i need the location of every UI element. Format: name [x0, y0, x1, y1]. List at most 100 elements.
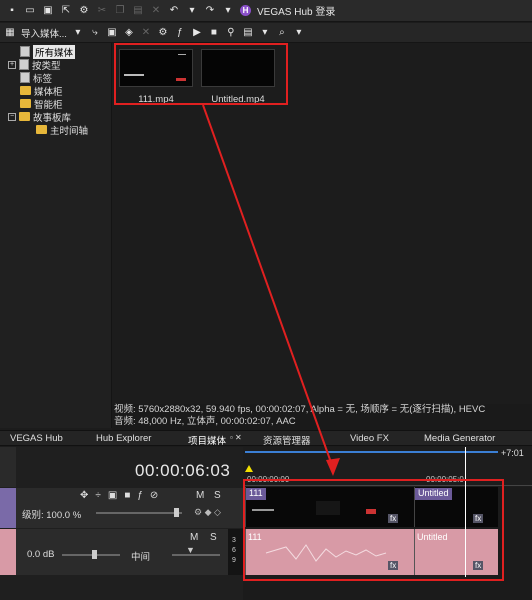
folder-icon	[19, 112, 30, 121]
track-headers: 00:00:06:03 ✥÷▣■ƒ⊘ M S 级别: 100.0 % ⚙ ◆ ◇…	[0, 447, 243, 600]
export-icon[interactable]: ⇱	[60, 5, 72, 17]
meter-tick: 6	[232, 547, 236, 554]
media-folder-icon	[20, 46, 30, 57]
tree-item-media-bins[interactable]: 媒体柜	[20, 84, 63, 98]
pan-slider-thumb[interactable]: ▼	[186, 545, 195, 555]
media-folder-icon	[19, 59, 29, 70]
media-folder-icon	[20, 72, 30, 83]
timeline-area: +7:01 00:00:00:00 00:00:05:0 111 fx Unti…	[243, 447, 532, 600]
settings-icon[interactable]: ⚙	[78, 5, 90, 17]
undo-dropdown-icon[interactable]: ▾	[186, 5, 198, 17]
mute-button[interactable]: M	[190, 532, 198, 543]
tree-item-label: 媒体柜	[34, 86, 63, 98]
expand-icon[interactable]: +	[8, 60, 16, 69]
audio-meter: 3 6 9	[228, 529, 243, 575]
media-fx-icon[interactable]: ƒ	[174, 27, 186, 39]
tree-item-all-media[interactable]: 所有媒体	[20, 44, 76, 59]
annotation-highlight	[243, 479, 504, 581]
remove-unused-icon[interactable]: ◈	[123, 27, 135, 39]
video-track-buttons[interactable]: ✥÷▣■ƒ⊘	[80, 490, 165, 501]
media-tree: 所有媒体 + 按类型 标签 媒体柜 智能柜 − 故事板库 主时间轴	[0, 43, 112, 428]
import-dropdown-icon[interactable]: ▾	[72, 27, 84, 39]
compositing-icon[interactable]: ⚙ ◆ ◇	[194, 507, 221, 518]
mute-button[interactable]: M	[196, 490, 204, 501]
delete-icon[interactable]: ✕	[150, 5, 162, 17]
solo-button[interactable]: S	[210, 532, 217, 543]
level-slider[interactable]	[96, 512, 182, 514]
tab-explorer[interactable]: 资源管理器	[263, 433, 311, 447]
folder-icon	[36, 125, 47, 134]
get-media-icon[interactable]: ▣	[106, 27, 118, 39]
search-dropdown-icon[interactable]: ▾	[293, 27, 305, 39]
volume-label: 0.0 dB	[27, 549, 55, 560]
folder-icon	[20, 86, 31, 95]
main-toolbar: ▪ ▭ ▣ ⇱ ⚙ ✂ ❐ ▤ ✕ ↶ ▾ ↷ ▾ H VEGAS Hub 登录	[0, 0, 532, 22]
hub-logo-icon[interactable]: H	[240, 5, 251, 16]
tab-vegas-hub[interactable]: VEGAS Hub	[10, 433, 63, 444]
video-info: 视频: 5760x2880x32, 59.940 fps, 00:00:02:0…	[114, 404, 486, 415]
delete-media-icon[interactable]: ✕	[140, 27, 152, 39]
tree-item-storyboard[interactable]: − 故事板库	[8, 110, 71, 124]
import-media-button[interactable]: 导入媒体...	[21, 26, 67, 40]
solo-button[interactable]: S	[214, 490, 221, 501]
collapse-icon[interactable]: −	[8, 112, 16, 121]
tab-video-fx[interactable]: Video FX	[350, 433, 389, 444]
hub-login-link[interactable]: VEGAS Hub 登录	[257, 3, 335, 18]
stop-icon[interactable]: ■	[208, 27, 220, 39]
folder-icon	[20, 99, 31, 108]
tree-item-label: 所有媒体	[33, 44, 76, 59]
paste-icon[interactable]: ▤	[132, 5, 144, 17]
project-media-pane: 111.mp4 Untitled.mp4	[112, 43, 532, 405]
tree-item-label: 标签	[33, 73, 53, 85]
meter-tick: 3	[232, 537, 236, 544]
audio-track-header: 0.0 dB 中间 M S ▼ 3 6 9	[0, 529, 243, 575]
tree-item-by-type[interactable]: + 按类型	[8, 58, 61, 72]
tree-item-label: 主时间轴	[50, 125, 89, 137]
track-color-bar[interactable]	[0, 488, 16, 528]
pan-label: 中间	[131, 552, 151, 563]
play-icon[interactable]: ▶	[191, 27, 203, 39]
new-icon[interactable]: ▪	[6, 5, 18, 17]
tab-media-generator[interactable]: Media Generator	[424, 433, 495, 444]
tree-item-tags[interactable]: 标签	[20, 71, 53, 85]
auto-preview-icon[interactable]: ⚲	[225, 27, 237, 39]
pan-slider[interactable]	[172, 554, 220, 556]
tab-close-icon[interactable]: ▫ ✕	[230, 433, 242, 442]
import-media-icon[interactable]: ▦	[4, 27, 16, 39]
window-tabs: VEGAS Hub Hub Explorer 项目媒体 ▫ ✕ 资源管理器 Vi…	[0, 430, 532, 447]
redo-icon[interactable]: ↷	[204, 5, 216, 17]
grip-icon	[0, 447, 16, 487]
redo-dropdown-icon[interactable]: ▾	[222, 5, 234, 17]
tab-hub-explorer[interactable]: Hub Explorer	[96, 433, 151, 444]
copy-icon[interactable]: ❐	[114, 5, 126, 17]
volume-slider-thumb[interactable]	[92, 550, 97, 559]
save-icon[interactable]: ▣	[42, 5, 54, 17]
tree-item-label: 按类型	[32, 60, 61, 72]
video-track-header: ✥÷▣■ƒ⊘ M S 级别: 100.0 % ⚙ ◆ ◇	[0, 488, 243, 528]
marker-icon[interactable]	[245, 465, 253, 472]
cut-icon[interactable]: ✂	[96, 5, 108, 17]
timecode-display[interactable]: 00:00:06:03	[135, 461, 230, 481]
tab-project-media[interactable]: 项目媒体	[188, 433, 226, 447]
offset-label: +7:01	[501, 448, 524, 458]
capture-icon[interactable]: ⤷	[89, 27, 101, 39]
annotation-highlight	[114, 43, 288, 105]
level-label: 级别: 100.0 %	[22, 510, 82, 521]
media-properties-icon[interactable]: ⚙	[157, 27, 169, 39]
meter-tick: 9	[232, 557, 236, 564]
volume-slider[interactable]	[62, 554, 120, 556]
search-icon[interactable]: ⌕	[276, 27, 288, 39]
undo-icon[interactable]: ↶	[168, 5, 180, 17]
tree-item-main-timeline[interactable]: 主时间轴	[36, 123, 89, 137]
loop-region[interactable]	[245, 451, 498, 453]
views-icon[interactable]: ▤	[242, 27, 254, 39]
audio-info: 音频: 48,000 Hz, 立体声, 00:00:02:07, AAC	[114, 416, 296, 427]
track-color-bar[interactable]	[0, 529, 16, 575]
media-toolbar: ▦ 导入媒体... ▾ ⤷ ▣ ◈ ✕ ⚙ ƒ ▶ ■ ⚲ ▤ ▾ ⌕ ▾	[0, 23, 532, 43]
open-icon[interactable]: ▭	[24, 5, 36, 17]
tree-item-smart-bins[interactable]: 智能柜	[20, 97, 63, 111]
media-info: 视频: 5760x2880x32, 59.940 fps, 00:00:02:0…	[112, 404, 532, 430]
tree-item-label: 智能柜	[34, 99, 63, 111]
level-slider-thumb[interactable]	[174, 508, 179, 517]
views-dropdown-icon[interactable]: ▾	[259, 27, 271, 39]
